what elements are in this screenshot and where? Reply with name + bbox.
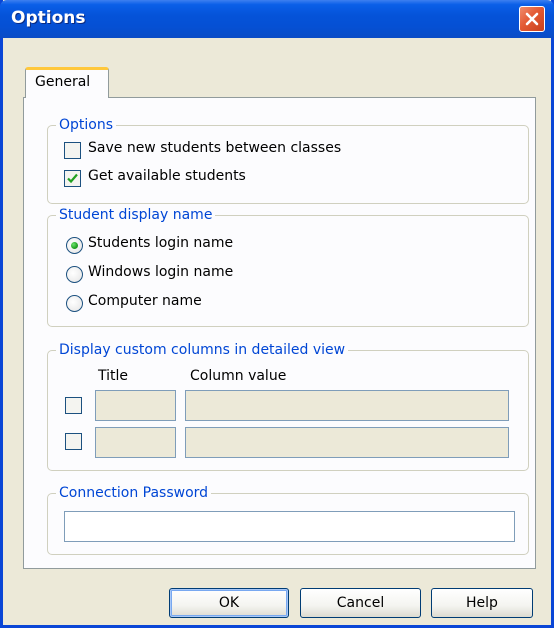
help-button[interactable]: Help [431,588,533,618]
get-available-students-checkbox[interactable] [64,170,81,187]
students-login-name-label: Students login name [88,235,234,251]
computer-name-label: Computer name [88,293,202,309]
cancel-button[interactable]: Cancel [300,588,421,618]
get-available-students-label: Get available students [88,168,246,184]
custom-columns-value-header: Column value [190,368,287,384]
windows-login-name-radio[interactable] [66,266,83,283]
connection-password-input[interactable] [64,511,515,542]
tab-general-label: General [35,74,91,90]
close-button[interactable] [519,6,545,32]
options-group-legend: Options [56,116,117,134]
custom-columns-title-header: Title [98,368,129,384]
custom-column-2-title-field[interactable] [95,427,176,458]
windows-login-name-label: Windows login name [88,264,234,280]
save-new-students-checkbox[interactable] [64,142,81,159]
checkmark-icon [67,173,78,184]
window-title: Options [11,8,86,28]
ok-button[interactable]: OK [169,588,289,618]
custom-column-2-value-field[interactable] [185,427,509,458]
tab-general[interactable]: General [25,67,109,98]
options-dialog: Options General Options Save new student… [0,0,554,628]
save-new-students-label: Save new students between classes [88,140,342,156]
custom-column-2-checkbox[interactable] [65,433,82,450]
custom-column-1-title-field[interactable] [95,390,176,421]
students-login-name-radio[interactable] [66,237,83,254]
computer-name-radio[interactable] [66,295,83,312]
radio-selected-dot [71,242,78,249]
custom-columns-legend: Display custom columns in detailed view [56,341,349,359]
options-group: Options [47,116,529,204]
close-icon [525,12,539,26]
custom-column-1-checkbox[interactable] [65,397,82,414]
student-display-name-legend: Student display name [56,206,216,224]
title-bar[interactable]: Options [0,0,554,38]
custom-column-1-value-field[interactable] [185,390,509,421]
connection-password-legend: Connection Password [56,484,212,502]
